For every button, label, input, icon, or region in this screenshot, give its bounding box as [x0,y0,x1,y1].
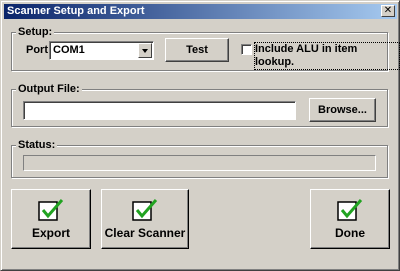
port-label: Port: [26,44,52,56]
test-button[interactable]: Test [165,38,229,62]
port-select-value: COM1 [53,44,85,56]
done-button[interactable]: Done [310,189,390,249]
browse-button-label: Browse... [318,104,367,116]
browse-button[interactable]: Browse... [309,98,376,122]
status-group-label: Status: [16,139,58,152]
dialog-window: Scanner Setup and Export ✕ Setup: Port: … [0,0,400,271]
clear-scanner-button-label: Clear Scanner [104,226,186,240]
checkmark-icon [337,199,363,221]
output-file-input[interactable] [23,101,296,120]
clear-scanner-button[interactable]: Clear Scanner [101,189,189,249]
chevron-down-icon[interactable] [138,43,152,58]
setup-group-label: Setup: [16,26,55,39]
window-title: Scanner Setup and Export [7,5,145,17]
export-button-label: Export [31,226,70,240]
test-button-label: Test [186,44,208,56]
close-icon: ✕ [383,5,393,16]
port-select[interactable]: COM1 [49,41,154,60]
status-field [23,155,376,171]
output-group-label: Output File: [16,83,82,96]
checkmark-icon [132,199,158,221]
export-button[interactable]: Export [11,189,91,249]
alu-checkbox[interactable] [241,44,252,55]
done-button-label: Done [335,226,365,240]
alu-checkbox-label[interactable]: Include ALU in item lookup. [254,42,400,70]
close-button[interactable]: ✕ [381,5,395,17]
checkmark-icon [38,199,64,221]
title-bar[interactable]: Scanner Setup and Export ✕ [4,4,397,19]
